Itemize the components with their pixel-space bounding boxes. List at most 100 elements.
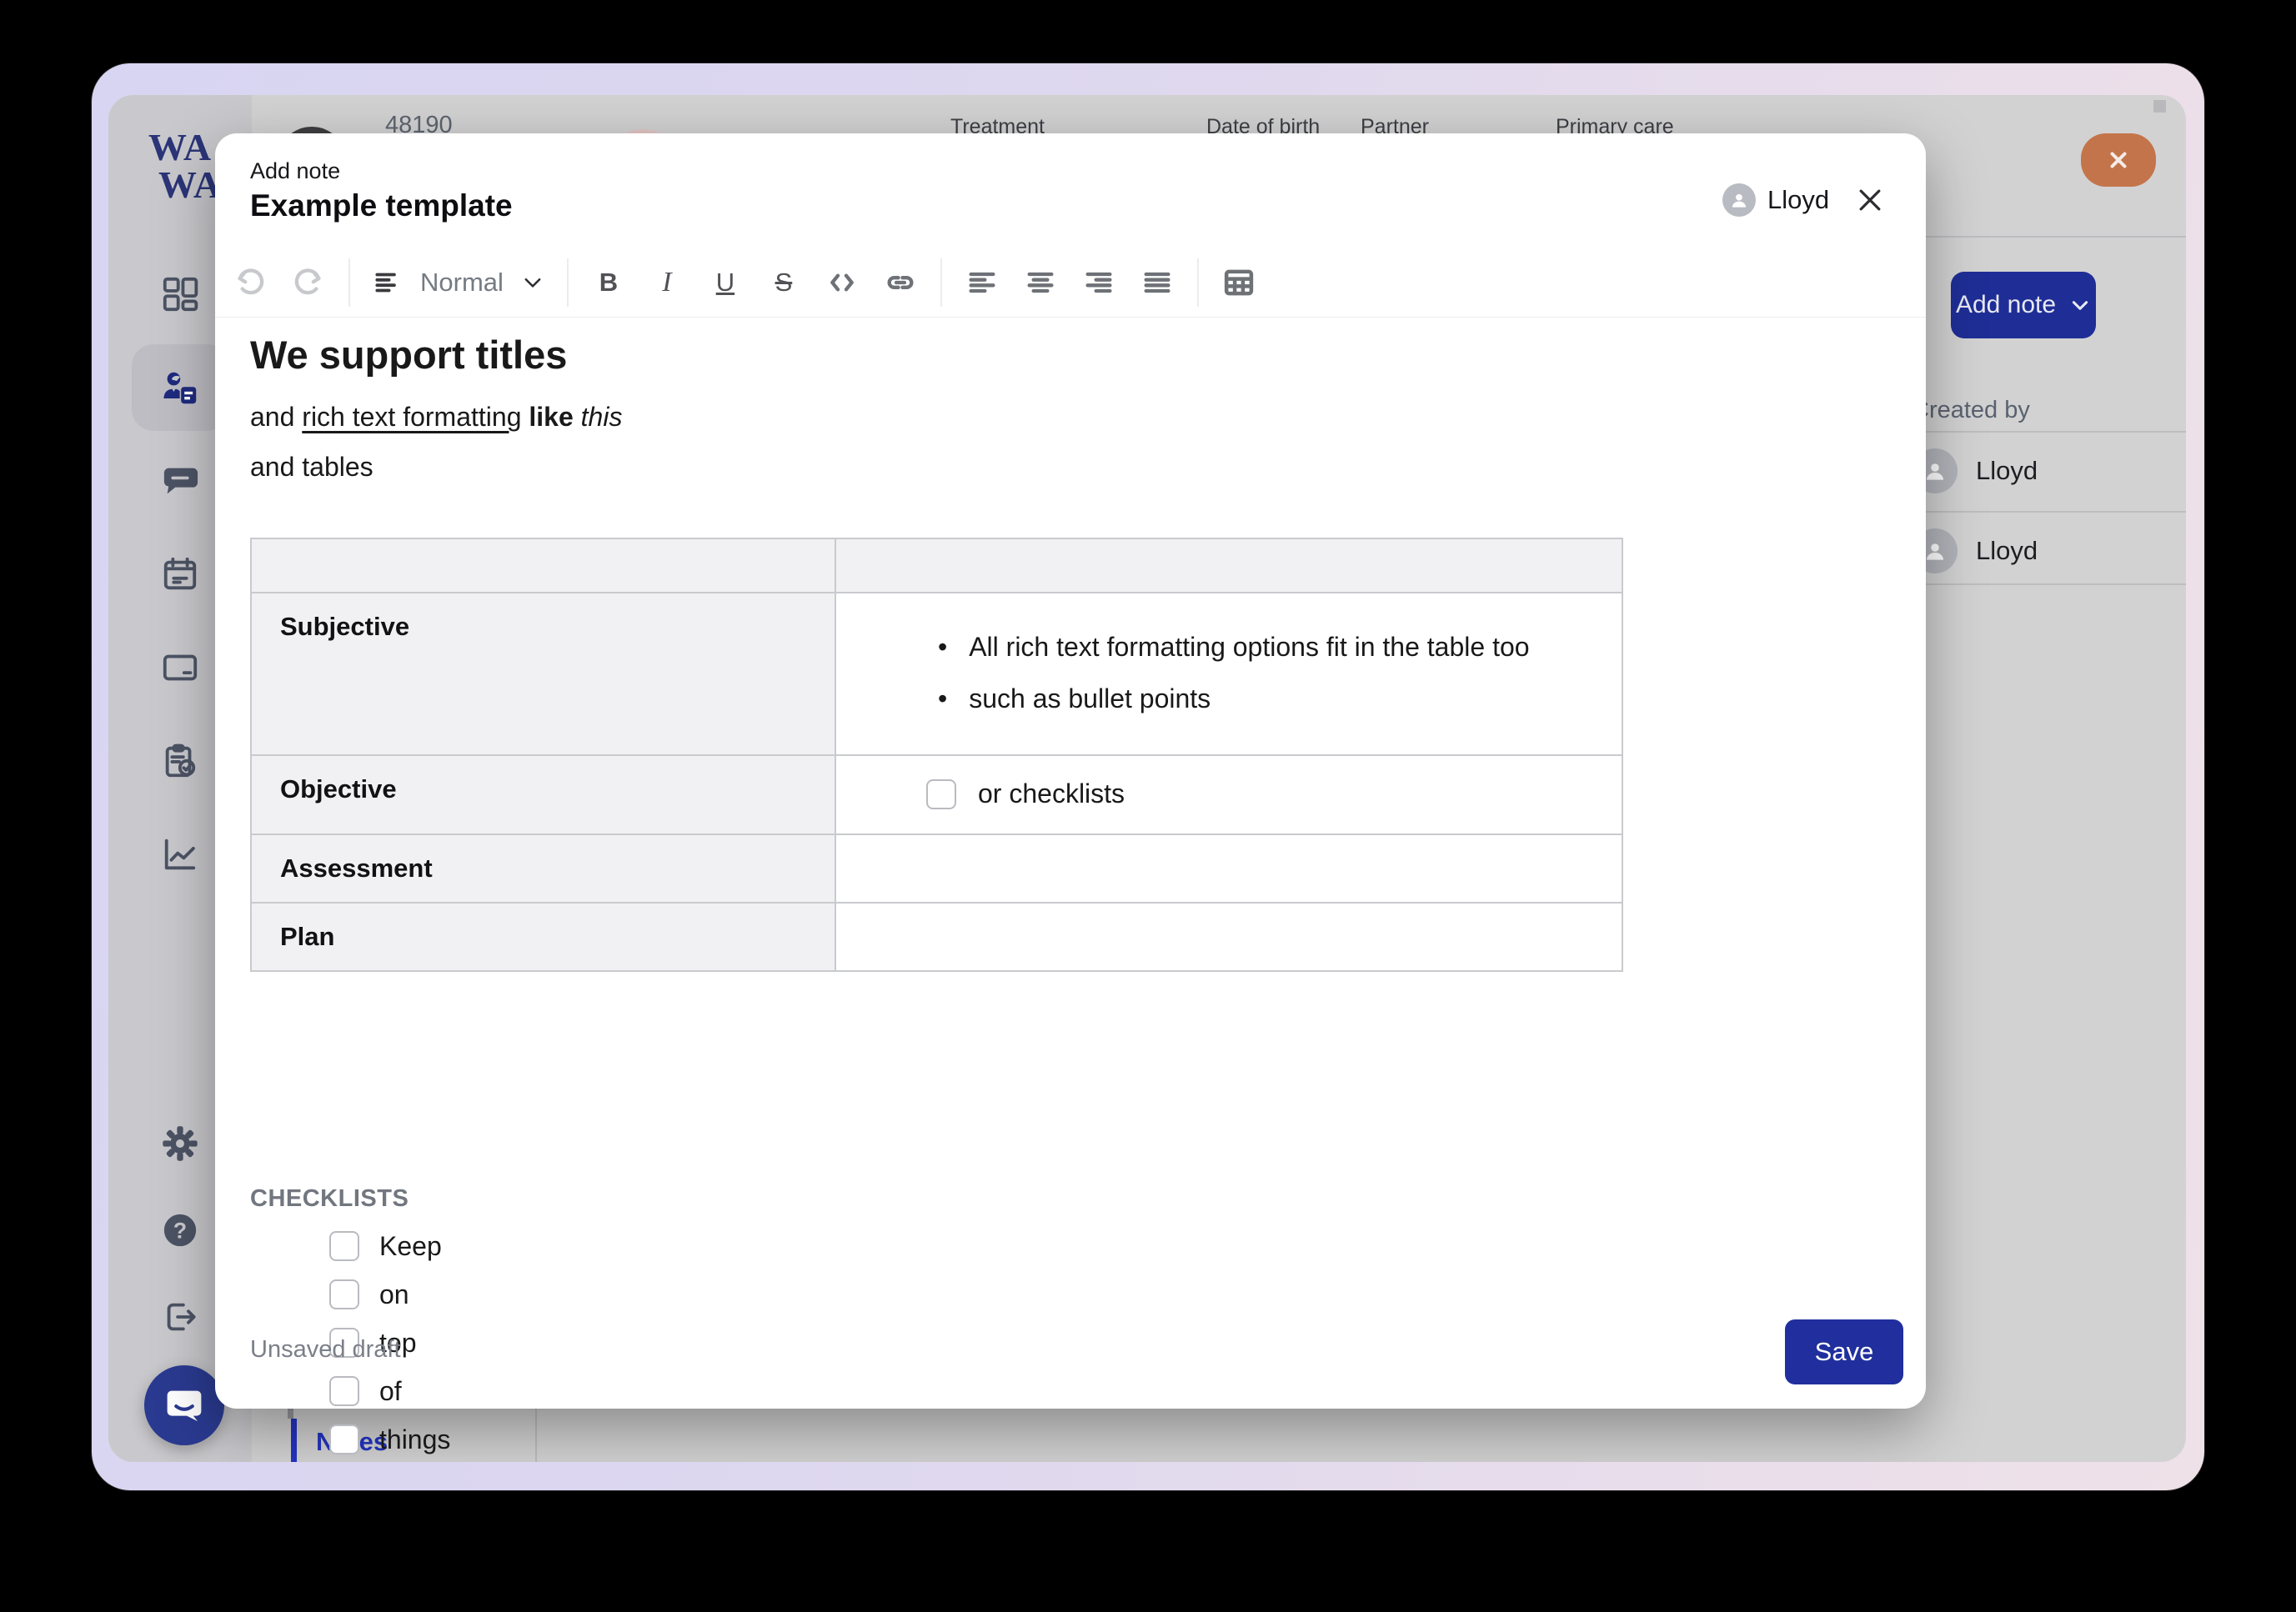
table-row: Assessment [251, 834, 1622, 903]
checklist-item: on [329, 1279, 450, 1309]
justify-icon [1140, 266, 1174, 299]
underline-button[interactable]: U [707, 261, 744, 304]
intercom-launcher-button[interactable] [144, 1365, 224, 1445]
person-name: Lloyd [1976, 536, 2038, 566]
sidebar-item-logout[interactable] [132, 1274, 228, 1360]
table-row: Plan [251, 903, 1622, 971]
checklist-item: things [329, 1424, 450, 1454]
credit-card-icon [161, 648, 199, 687]
created-by-row[interactable]: Lloyd [1901, 511, 2186, 591]
paragraph-style-dropdown[interactable]: Normal [372, 267, 545, 298]
row-label-plan[interactable]: Plan [251, 903, 835, 971]
window-artifact [2153, 100, 2166, 113]
note-table[interactable]: Subjective All rich text formatting opti… [250, 538, 1623, 972]
notes-tab-indicator [291, 1419, 297, 1462]
created-by-label: Created by [1912, 397, 2030, 424]
person-name: Lloyd [1976, 456, 2038, 486]
row-label-objective[interactable]: Objective [251, 755, 835, 834]
add-note-button-label: Add note [1956, 291, 2056, 319]
note-heading: We support titles [250, 332, 567, 378]
note-author-badge[interactable]: Lloyd [1722, 183, 1829, 217]
note-author-name: Lloyd [1767, 185, 1829, 215]
bullet-list: All rich text formatting options fit in … [917, 627, 1590, 718]
sidebar-item-help[interactable]: ? [132, 1187, 228, 1274]
save-button[interactable]: Save [1785, 1319, 1903, 1384]
paragraph-style-icon [372, 267, 404, 298]
table-header-row [251, 538, 1622, 593]
editor-toolbar: Normal B I U S [232, 257, 1257, 308]
align-right-button[interactable] [1080, 261, 1117, 304]
toolbar-divider [215, 317, 1926, 318]
paragraph-style-label: Normal [420, 268, 504, 298]
close-icon [1853, 183, 1887, 217]
clipboard-check-icon [161, 742, 199, 780]
draft-status: Unsaved draft [250, 1336, 401, 1364]
link-icon [884, 266, 917, 299]
insert-table-button[interactable] [1221, 261, 1257, 304]
list-item: All rich text formatting options fit in … [917, 627, 1590, 667]
code-icon [825, 266, 859, 299]
created-by-row[interactable]: Lloyd [1901, 431, 2186, 511]
checkbox-label: of [379, 1376, 402, 1407]
note-paragraph: and tables [250, 452, 373, 483]
table-row: Subjective All rich text formatting opti… [251, 593, 1622, 755]
user-avatar-icon [1722, 183, 1756, 217]
code-button[interactable] [824, 261, 860, 304]
align-center-icon [1024, 266, 1057, 299]
toolbar-divider [348, 258, 350, 307]
checkbox-label: or checklists [978, 778, 1125, 809]
checklist-item: of [329, 1376, 450, 1406]
checklists-section-label: CHECKLISTS [250, 1185, 409, 1213]
help-icon: ? [161, 1211, 199, 1249]
checkbox[interactable] [329, 1231, 359, 1261]
sidebar-item-calendar[interactable] [132, 531, 228, 618]
align-center-button[interactable] [1022, 261, 1059, 304]
sidebar-item-tasks[interactable] [132, 718, 228, 804]
checklist-item: Keep [329, 1231, 450, 1261]
chevron-down-icon [2069, 294, 2091, 316]
logout-icon [161, 1298, 199, 1336]
redo-button[interactable] [290, 261, 327, 304]
modal-close-button[interactable] [1851, 182, 1889, 220]
add-note-button[interactable]: Add note [1951, 272, 2096, 338]
strikethrough-button[interactable]: S [765, 261, 802, 304]
panel-divider [535, 1409, 537, 1462]
chevron-down-icon [520, 270, 545, 295]
patients-icon [160, 368, 200, 408]
panel-divider [1901, 583, 2186, 585]
sidebar-item-reports[interactable] [132, 811, 228, 898]
rich-text-editor[interactable]: We support titles and rich text formatti… [215, 318, 1926, 1300]
bold-button[interactable]: B [590, 261, 627, 304]
row-label-assessment[interactable]: Assessment [251, 834, 835, 903]
checkbox[interactable] [926, 779, 956, 809]
list-item: such as bullet points [917, 678, 1590, 718]
checkbox[interactable] [329, 1424, 359, 1454]
row-label-subjective[interactable]: Subjective [251, 593, 835, 755]
checkbox[interactable] [329, 1376, 359, 1406]
sidebar-item-dashboard[interactable] [132, 251, 228, 338]
line-chart-icon [161, 835, 199, 874]
sidebar-item-settings[interactable] [132, 1100, 228, 1187]
sidebar-item-billing[interactable] [132, 624, 228, 711]
align-left-icon [965, 266, 999, 299]
justify-button[interactable] [1139, 261, 1176, 304]
modal-eyebrow: Add note [250, 158, 340, 184]
italic-button[interactable]: I [649, 261, 685, 304]
close-icon [2106, 148, 2131, 173]
note-paragraph: and rich text formatting like this [250, 402, 622, 433]
close-patient-button[interactable] [2081, 133, 2156, 187]
app-surface: 48190 Treatment Date of birth Partner Pr… [108, 95, 2186, 1462]
sidebar-item-patients[interactable] [132, 344, 228, 431]
sidebar-item-messages[interactable] [132, 438, 228, 524]
undo-button[interactable] [232, 261, 268, 304]
checkbox[interactable] [329, 1279, 359, 1309]
modal-title: Example template [250, 188, 513, 223]
toolbar-divider [567, 258, 569, 307]
add-note-modal: Add note Example template Lloyd [215, 133, 1926, 1409]
align-left-button[interactable] [964, 261, 1000, 304]
chat-icon [161, 462, 199, 500]
link-button[interactable] [882, 261, 919, 304]
svg-text:?: ? [173, 1219, 187, 1244]
toolbar-divider [1197, 258, 1199, 307]
table-icon [1221, 265, 1256, 300]
